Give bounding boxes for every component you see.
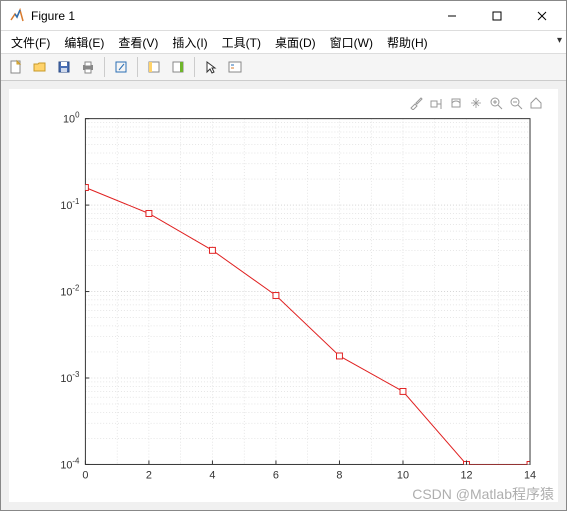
save-button[interactable] [53,56,75,78]
svg-text:10-2: 10-2 [60,284,79,299]
insert-colorbar-button[interactable] [167,56,189,78]
svg-text:10: 10 [397,469,409,481]
svg-text:0: 0 [82,469,88,481]
new-figure-button[interactable] [5,56,27,78]
figure-window: Figure 1 文件(F) 编辑(E) 查看(V) 插入(I) 工具(T) 桌… [0,0,567,511]
open-button[interactable] [29,56,51,78]
window-title: Figure 1 [31,9,429,23]
svg-text:10-4: 10-4 [60,456,80,471]
menu-tools[interactable]: 工具(T) [216,32,267,53]
menu-window[interactable]: 窗口(W) [324,32,379,53]
svg-text:100: 100 [63,111,80,126]
menu-insert[interactable]: 插入(I) [166,32,213,53]
maximize-button[interactable] [474,1,519,30]
toolbar-separator [104,57,105,77]
figure-canvas: 100 10-1 10-2 10-3 10-4 0 2 4 6 8 10 12 … [9,89,558,502]
svg-text:10-3: 10-3 [60,370,80,385]
toolbar-separator [194,57,195,77]
matlab-logo-icon [9,8,25,24]
toolbar [1,53,566,81]
menu-view[interactable]: 查看(V) [112,32,164,53]
insert-legend-button[interactable] [224,56,246,78]
menu-edit[interactable]: 编辑(E) [58,32,110,53]
menu-overflow-icon[interactable]: ▾ [557,35,562,46]
axes[interactable]: 100 10-1 10-2 10-3 10-4 0 2 4 6 8 10 12 … [9,89,558,502]
svg-text:10-1: 10-1 [60,197,79,212]
svg-text:8: 8 [336,469,342,481]
titlebar: Figure 1 [1,1,566,31]
svg-text:4: 4 [209,469,215,481]
svg-text:12: 12 [460,469,472,481]
print-button[interactable] [77,56,99,78]
plot-container: 100 10-1 10-2 10-3 10-4 0 2 4 6 8 10 12 … [1,81,566,510]
minimize-button[interactable] [429,1,474,30]
menu-help[interactable]: 帮助(H) [381,32,434,53]
link-button[interactable] [110,56,132,78]
edit-plot-button[interactable] [143,56,165,78]
close-button[interactable] [519,1,564,30]
menu-desktop[interactable]: 桌面(D) [269,32,322,53]
menu-file[interactable]: 文件(F) [5,32,56,53]
svg-text:6: 6 [273,469,279,481]
menubar: 文件(F) 编辑(E) 查看(V) 插入(I) 工具(T) 桌面(D) 窗口(W… [1,31,566,53]
toolbar-separator [137,57,138,77]
svg-text:14: 14 [524,469,536,481]
pointer-button[interactable] [200,56,222,78]
svg-text:2: 2 [146,469,152,481]
